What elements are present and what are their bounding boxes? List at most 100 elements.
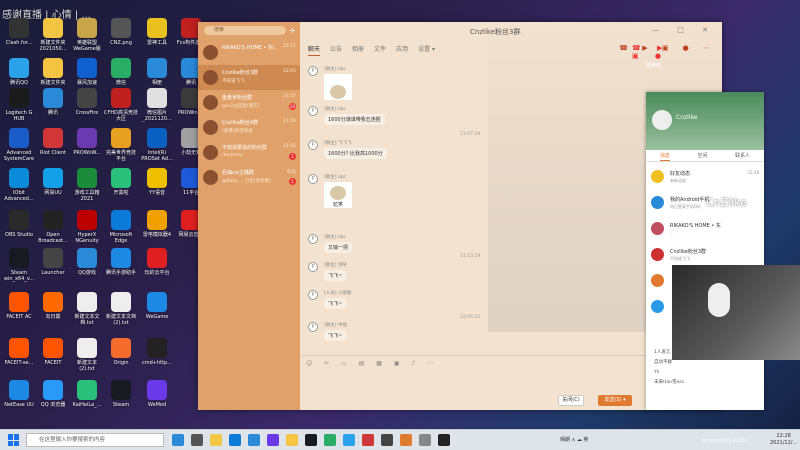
taskbar-app-icon[interactable] — [400, 434, 412, 446]
tab-3[interactable]: 文件 — [374, 44, 386, 56]
desktop-icon[interactable]: Intel(R) PROSet Ad... — [140, 128, 174, 162]
panel-tab-2[interactable]: 联系人 — [735, 150, 750, 161]
send-button[interactable]: 发送(S) ▾ — [598, 395, 632, 406]
desktop-icon[interactable]: 新建文本 (2).txt — [70, 338, 104, 372]
sticker-image[interactable]: 尬笑 — [324, 182, 352, 208]
panel-bottom-item[interactable]: 未来Han雪ass — [646, 378, 764, 388]
sticker-image[interactable] — [324, 74, 352, 100]
avatar[interactable]: P — [308, 66, 318, 76]
desktop-icon[interactable]: Steam win_x64_v... — [2, 248, 36, 282]
taskbar-search-input[interactable]: 在这里输入你要搜索的内容 — [26, 433, 164, 447]
taskbar-app-icon[interactable] — [305, 434, 317, 446]
desktop-icon[interactable]: CNZ.png — [104, 18, 138, 46]
desktop-icon[interactable]: WeGame — [140, 292, 174, 320]
conversation-item[interactable]: 金盘米粉丝群 gen2@回复(我在? 21:57 26 — [198, 90, 300, 115]
panel-list-item[interactable]: RIKAKO'S HOME • 东... — [646, 218, 764, 240]
desktop-icon[interactable]: 雷神工具 — [140, 18, 174, 46]
desktop-icon[interactable]: 网易UU — [36, 168, 70, 196]
desktop-icon[interactable]: 微信图片_2021120... — [140, 88, 174, 122]
desktop-icon[interactable]: 新建文本文档.txt — [70, 292, 104, 326]
desktop-icon[interactable]: Advanced SystemCare — [2, 128, 36, 162]
tab-5[interactable]: 设置 ▾ — [418, 44, 435, 56]
avatar[interactable]: P — [308, 262, 318, 272]
panel-tab-1[interactable]: 空间 — [697, 150, 707, 161]
desktop-icon[interactable]: 向日葵 — [36, 292, 70, 320]
panel-list-item[interactable]: 好友动态 有新动态 22:28 — [646, 166, 764, 188]
tab-0[interactable]: 聊天 — [308, 44, 321, 56]
desktop-icon[interactable]: 暴风加速 — [70, 58, 104, 86]
conversation-item[interactable]: RIKAKO'S HOME • 东(...... 22:11 — [198, 40, 300, 65]
desktop-icon[interactable]: 游戏工具箱 2021 — [70, 168, 104, 202]
desktop-icon[interactable]: 雷电模拟器4 — [140, 210, 174, 238]
avatar[interactable]: P — [308, 290, 318, 300]
taskbar-app-icon[interactable] — [286, 434, 298, 446]
windows-start-icon[interactable] — [8, 434, 20, 446]
conversation-item[interactable]: Cnzlike粉丝3群 不知道飞飞 22:05 — [198, 65, 300, 90]
desktop-icon[interactable]: QQ 浏览器 — [36, 380, 70, 408]
panel-tab-0[interactable]: 消息 — [659, 150, 670, 161]
tab-1[interactable]: 公告 — [330, 44, 342, 56]
desktop-icon[interactable]: CrossFire — [70, 88, 104, 116]
desktop-icon[interactable]: QQ游戏 — [70, 248, 104, 276]
desktop-icon[interactable]: PROWoW... — [70, 128, 104, 156]
input-toolbar-icons[interactable]: ☺ ✂ ▭ ▤ ▦ ▣ ♪ ⋯ — [306, 360, 438, 367]
desktop-icon[interactable]: OBS Studio — [2, 210, 36, 238]
desktop-icon[interactable]: Open Broadcast... — [36, 210, 70, 244]
taskbar-app-icon[interactable] — [362, 434, 374, 446]
taskbar-app-icon[interactable] — [324, 434, 336, 446]
avatar[interactable]: P — [308, 174, 318, 184]
desktop-icon[interactable]: YY语音 — [140, 168, 174, 196]
conversation-item[interactable]: Cnzlike粉丝4群 [表情]希望加油 21:55 — [198, 115, 300, 140]
clock[interactable]: 22:28 2021/12/... — [770, 433, 797, 447]
desktop-icon[interactable]: 完美世界竞技平台 — [104, 128, 138, 162]
desktop-icon[interactable]: CFHD高清竞技大区 — [104, 88, 138, 122]
desktop-icon[interactable]: KaiHeiLa_... — [70, 380, 104, 408]
desktop-icon[interactable]: WeMod — [140, 380, 174, 408]
taskbar-app-icon[interactable] — [191, 434, 203, 446]
desktop-icon[interactable]: 腾讯QQ — [2, 58, 36, 86]
desktop-icon[interactable]: Riot Client — [36, 128, 70, 156]
tab-4[interactable]: 应用 — [396, 44, 408, 56]
desktop-icon[interactable]: 新建文本文档 (2).txt — [104, 292, 138, 326]
taskbar-app-icon[interactable] — [210, 434, 222, 446]
desktop-icon[interactable]: Steam — [104, 380, 138, 408]
desktop-icon[interactable]: Logitech G HUB — [2, 88, 36, 122]
desktop-icon[interactable]: 新建文件夹 — [36, 58, 70, 86]
taskbar-app-icon[interactable] — [381, 434, 393, 446]
desktop-icon[interactable]: HyperX NGenuity — [70, 210, 104, 244]
taskbar-app-icon[interactable] — [419, 434, 431, 446]
desktop-icon[interactable]: Origin — [104, 338, 138, 366]
desktop-icon[interactable]: 英雄联盟WeGame版 — [70, 18, 104, 52]
desktop-icon[interactable]: 相册 — [140, 58, 174, 86]
avatar[interactable]: P — [308, 322, 318, 332]
desktop-icon[interactable]: FACEIT AC — [2, 292, 36, 320]
desktop-icon[interactable]: 微信 — [104, 58, 138, 86]
conversation-search-input[interactable]: 搜索 — [204, 26, 286, 35]
group-notice-label[interactable]: 群通知 — [646, 62, 661, 69]
desktop-icon[interactable]: FACEIT — [36, 338, 70, 366]
taskbar-app-icon[interactable] — [229, 434, 241, 446]
desktop-icon[interactable]: 新建文件夹 2021050... — [36, 18, 70, 52]
panel-bottom-item[interactable]: Yk — [646, 368, 764, 378]
taskbar-app-icon[interactable] — [343, 434, 355, 446]
desktop-icon[interactable]: FACEIT-se... — [2, 338, 36, 366]
taskbar-app-icon[interactable] — [172, 434, 184, 446]
avatar[interactable]: P — [308, 234, 318, 244]
desktop-icon[interactable]: 腾讯 — [36, 88, 70, 116]
window-controls[interactable]: — □ ✕ — [652, 26, 716, 34]
desktop-icon[interactable]: Clash.for... — [2, 18, 36, 46]
desktop-icon[interactable]: NetEase UU — [2, 380, 36, 408]
tab-2[interactable]: 相册 — [352, 44, 364, 56]
desktop-icon[interactable]: cmd+http... — [140, 338, 174, 366]
desktop-icon[interactable]: 开黑啦 — [104, 168, 138, 196]
desktop-icon[interactable]: Launcher — [36, 248, 70, 276]
add-icon[interactable]: + — [289, 26, 298, 35]
conversation-item[interactable]: 后抽cw主播群 @Baby ... 已出(消息数) 昨天 1 — [198, 165, 300, 190]
avatar[interactable]: P — [308, 106, 318, 116]
desktop-icon[interactable]: Microsoft Edge — [104, 210, 138, 244]
conversation-item[interactable]: 不知道要说的粉丝群 [Kaiheila] 21:55 1 — [198, 140, 300, 165]
taskbar-app-icon[interactable] — [267, 434, 279, 446]
desktop-icon[interactable]: IObit Advanced... — [2, 168, 36, 202]
avatar[interactable] — [652, 110, 672, 130]
desktop-icon[interactable]: 腾讯手游助手 — [104, 248, 138, 276]
